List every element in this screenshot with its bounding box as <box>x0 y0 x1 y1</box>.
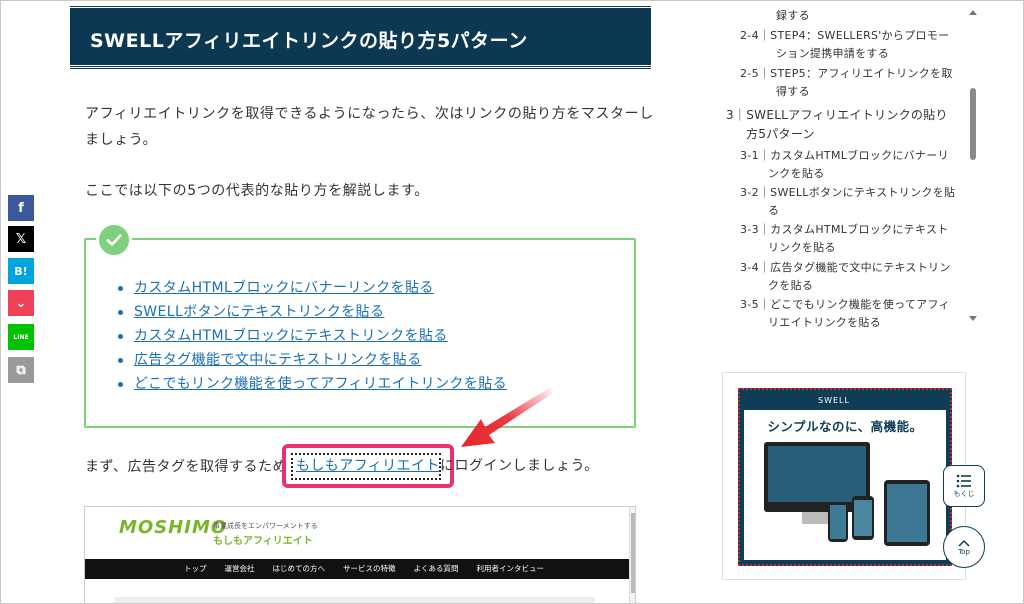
toc-scrollbar[interactable] <box>966 0 980 330</box>
toc-item[interactable]: 録する <box>776 6 810 25</box>
list-item: カスタムHTMLブロックにテキストリンクを貼る <box>116 324 507 348</box>
red-arrow-icon <box>461 387 553 447</box>
swell-ad-banner[interactable]: SWELL シンプルなのに、高機能。 <box>738 388 952 566</box>
patterns-intro-paragraph: ここでは以下の5つの代表的な貼り方を解説します。 <box>85 183 429 199</box>
login-instruction-suffix: にログインしましょう。 <box>440 458 599 474</box>
pocket-share-button[interactable]: ⌄ <box>8 290 34 316</box>
toc-item[interactable]: 3-1｜カスタムHTMLブロックにバナーリ <box>740 146 949 165</box>
toc-float-label: もくじ <box>953 489 975 498</box>
phone-image <box>828 502 848 542</box>
copy-url-button[interactable]: ⧉ <box>8 357 34 383</box>
facebook-icon: f <box>18 200 24 216</box>
toc-item[interactable]: リンクを貼る <box>768 238 836 257</box>
scroll-up-arrow-icon[interactable] <box>969 10 977 15</box>
chevron-up-icon <box>958 539 970 547</box>
moshimo-nav-item: トップ <box>184 564 207 573</box>
hatena-icon: B! <box>14 264 28 278</box>
tablet-image <box>884 480 930 546</box>
list-item: 広告タグ機能で文中にテキストリンクを貼る <box>116 348 507 372</box>
ad-copy: シンプルなのに、高機能。 <box>767 419 923 434</box>
toc-item[interactable]: リエイトリンクを貼る <box>768 313 881 330</box>
toc-item[interactable]: クを貼る <box>768 276 813 295</box>
moshimo-nav-item: はじめての方へ <box>272 564 326 573</box>
back-to-top-button[interactable]: Top <box>943 526 985 568</box>
ad-content: シンプルなのに、高機能。 <box>744 410 946 560</box>
toc-item[interactable]: 3｜SWELLアフィリエイトリンクの貼り <box>726 106 948 125</box>
pattern-link-3[interactable]: カスタムHTMLブロックにテキストリンクを貼る <box>134 328 448 344</box>
section-heading-text: SWELLアフィリエイトリンクの貼り方5パターン <box>90 30 528 52</box>
moshimo-nav-item: 運営会社 <box>224 564 255 573</box>
check-icon <box>96 222 132 258</box>
facebook-share-button[interactable]: f <box>8 195 34 221</box>
toc-item[interactable]: 3-2｜SWELLボタンにテキストリンクを貼 <box>740 183 955 202</box>
pattern-link-5[interactable]: どこでもリンク機能を使ってアフィリエイトリンクを貼る <box>134 376 507 392</box>
toc-item[interactable]: る <box>768 201 779 220</box>
back-to-top-label: Top <box>958 547 970 556</box>
moshimo-logo: MOSHIMO <box>119 517 228 538</box>
toc-item[interactable]: 3-5｜どこでもリンク機能を使ってアフィ <box>740 295 950 314</box>
list-item: どこでもリンク機能を使ってアフィリエイトリンクを貼る <box>116 372 507 396</box>
section-heading: SWELLアフィリエイトリンクの貼り方5パターン <box>70 5 651 65</box>
toc-item[interactable]: 得する <box>776 82 810 101</box>
toc-item[interactable]: ンクを貼る <box>768 164 825 183</box>
copy-icon: ⧉ <box>16 362 26 378</box>
list-icon <box>956 474 971 487</box>
toc-item[interactable]: 2-5｜STEP5：アフィリエイトリンクを取 <box>740 64 953 83</box>
pocket-icon: ⌄ <box>15 295 27 311</box>
scrollbar-thumb[interactable] <box>970 88 976 160</box>
moshimo-nav-item: よくある質問 <box>413 564 459 573</box>
pattern-link-2[interactable]: SWELLボタンにテキストリンクを貼る <box>134 304 384 320</box>
swell-logo: SWELL <box>818 396 850 405</box>
moshimo-tagline: 事業成長をエンパワーメントする <box>213 522 318 530</box>
toc-float-button[interactable]: もくじ <box>943 465 985 507</box>
swell-ad-widget: SWELL シンプルなのに、高機能。 <box>722 372 966 580</box>
x-icon: 𝕏 <box>15 231 27 247</box>
intro-paragraph-line1: アフィリエイトリンクを取得できるようになったら、次はリンクの貼り方をマスターし <box>85 106 654 122</box>
moshimo-scrollbar <box>629 507 635 603</box>
list-item: カスタムHTMLブロックにバナーリンクを貼る <box>116 276 507 300</box>
line-share-button[interactable]: LINE <box>8 324 34 350</box>
heading-underline <box>70 66 651 69</box>
toc-item[interactable]: 3-4｜広告タグ機能で文中にテキストリン <box>740 258 951 277</box>
toc-item[interactable]: 2-4｜STEP4：SWELLERS'からプロモー <box>740 26 949 45</box>
pattern-link-4[interactable]: 広告タグ機能で文中にテキストリンクを貼る <box>134 352 422 368</box>
login-instruction-prefix: まず、広告タグを取得するため <box>85 459 288 475</box>
toc-item[interactable]: 3-3｜カスタムHTMLブロックにテキスト <box>740 220 949 239</box>
toc-sidebar: 録する 2-4｜STEP4：SWELLERS'からプロモー ション提携申請をする… <box>722 0 980 330</box>
line-icon: LINE <box>13 333 29 341</box>
scroll-down-arrow-icon[interactable] <box>969 316 977 321</box>
moshimo-affiliate-link[interactable]: もしもアフィリエイト <box>296 455 440 475</box>
moshimo-nav-item: サービスの特徴 <box>343 564 396 573</box>
x-share-button[interactable]: 𝕏 <box>8 226 34 252</box>
moshimo-site-name: もしもアフィリエイト <box>213 536 313 547</box>
moshimo-screenshot: MOSHIMO 事業成長をエンパワーメントする もしもアフィリエイト トップ 運… <box>84 506 636 604</box>
phone-image <box>852 496 874 540</box>
pattern-list: カスタムHTMLブロックにバナーリンクを貼る SWELLボタンにテキストリンクを… <box>116 276 507 396</box>
intro-paragraph-line2: ましょう。 <box>85 132 158 148</box>
moshimo-nav: トップ 運営会社 はじめての方へ サービスの特徴 よくある質問 利用者インタビュ… <box>85 559 631 579</box>
pattern-link-1[interactable]: カスタムHTMLブロックにバナーリンクを貼る <box>134 280 434 296</box>
moshimo-banner <box>115 597 595 603</box>
moshimo-nav-item: 利用者インタビュー <box>476 564 545 573</box>
list-item: SWELLボタンにテキストリンクを貼る <box>116 300 507 324</box>
toc-item[interactable]: ション提携申請をする <box>776 44 889 63</box>
toc-item[interactable]: 方5パターン <box>746 125 815 144</box>
hatena-share-button[interactable]: B! <box>8 258 34 284</box>
